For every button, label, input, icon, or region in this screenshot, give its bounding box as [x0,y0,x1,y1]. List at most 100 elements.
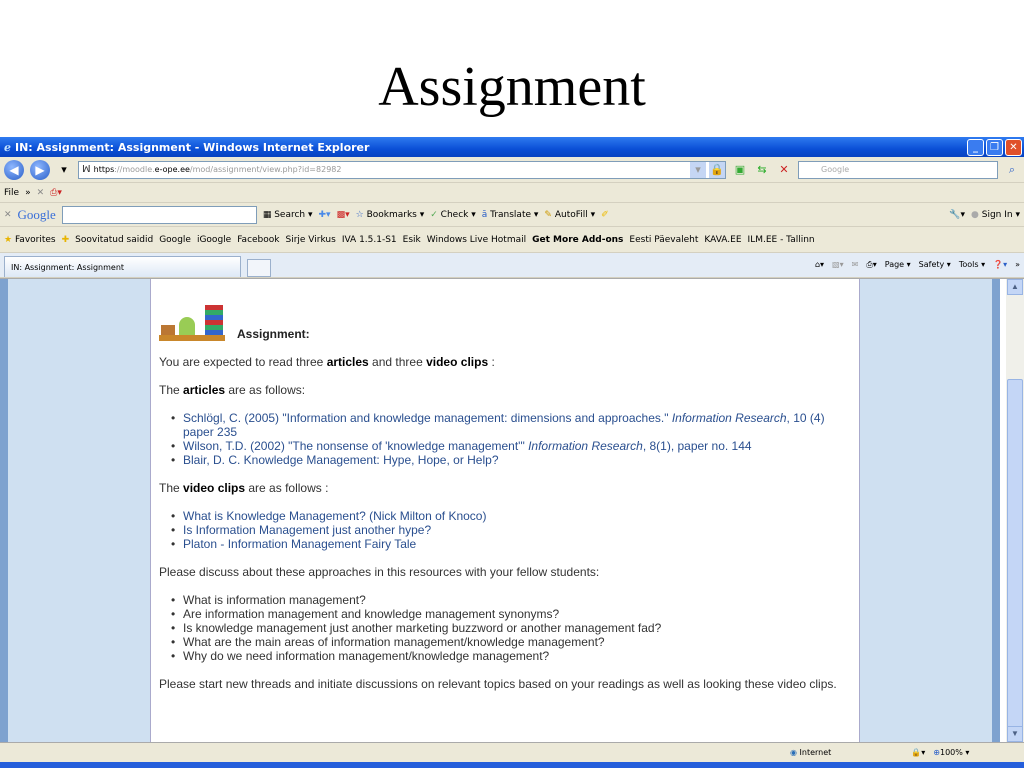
history-dropdown-icon[interactable]: ▾ [56,162,72,178]
fav-item[interactable]: Sirje Virkus [286,235,336,245]
browser-window: ℯ IN: Assignment: Assignment - Windows I… [0,137,1024,768]
page-menu[interactable]: Page ▾ [885,260,911,270]
stop-icon[interactable]: ✕ [776,162,792,178]
feeds-icon[interactable]: ▧▾ [832,260,844,270]
article-link[interactable]: Blair, D. C. Knowledge Management: Hype,… [183,453,499,467]
tab-assignment[interactable]: IN: Assignment: Assignment [4,256,241,277]
sign-in-button[interactable]: ● Sign In ▾ [971,210,1020,220]
safety-menu[interactable]: Safety ▾ [919,260,951,270]
add-favorite-icon[interactable]: ✚ [62,235,70,245]
favorites-button[interactable]: ★ Favorites [4,235,56,245]
compatibility-icon[interactable]: ▣ [732,162,748,178]
popup-blocker-icon[interactable]: ▩▾ [337,210,350,220]
fav-item[interactable]: KAVA.EE [704,235,741,245]
scroll-down-button[interactable]: ▼ [1007,726,1023,742]
fav-item[interactable]: Get More Add-ons [532,235,623,245]
fav-item[interactable]: Windows Live Hotmail [427,235,526,245]
video-link[interactable]: Is Information Management just another h… [183,523,431,537]
fav-item[interactable]: Facebook [237,235,279,245]
refresh-icon[interactable]: ⇆ [754,162,770,178]
fav-item[interactable]: Eesti Päevaleht [629,235,698,245]
ie-icon: ℯ [4,140,11,154]
restore-button[interactable]: ❐ [986,138,1003,156]
google-search-button[interactable]: ▦ Search ▾ [263,210,313,220]
tab-row: IN: Assignment: Assignment ⌂▾ ▧▾ ✉ ⎙▾ Pa… [0,253,1024,278]
pdf-icon[interactable]: ⎙▾ [50,188,62,198]
left-sidebar [8,279,150,742]
safety-label: Safety [918,260,945,269]
google-toolbar: ✕ Google ▦ Search ▾ ✚▾ ▩▾ ☆ Bookmarks ▾ … [0,203,1024,227]
url-input[interactable]: ꟽ https://moodle. e-ope.ee/mod/assignment… [78,160,726,179]
video-link[interactable]: What is Knowledge Management? (Nick Milt… [183,509,486,523]
title-bar: ℯ IN: Assignment: Assignment - Windows I… [0,137,1024,157]
check-button[interactable]: ✓ Check ▾ [430,210,476,220]
tools-menu[interactable]: Tools ▾ [959,260,985,270]
home-icon[interactable]: ⌂▾ [815,260,824,270]
right-border [992,279,1000,742]
google-search-label: Search [274,209,306,220]
minimize-button[interactable]: _ [967,138,984,156]
help-icon[interactable]: ❓▾ [993,260,1007,270]
list-item: Blair, D. C. Knowledge Management: Hype,… [171,453,851,467]
back-button[interactable]: ◀ [4,159,24,180]
print-icon[interactable]: ⎙▾ [866,260,876,270]
fav-item[interactable]: IVA 1.5.1-S1 [342,235,397,245]
status-bar: ◉ Internet 🔒▾ ⊕100% ▾ [0,742,1024,762]
scroll-up-button[interactable]: ▲ [1007,279,1023,295]
new-tab-button[interactable] [247,259,271,277]
videos-list: What is Knowledge Management? (Nick Milt… [171,509,851,551]
menu-file[interactable]: File [4,188,19,198]
fav-item[interactable]: iGoogle [197,235,231,245]
list-item: What are the main areas of information m… [171,635,851,649]
lock-icon[interactable]: 🔒 [709,161,725,178]
autofill-button[interactable]: ✎ AutoFill ▾ [544,210,595,220]
intro-text: You are expected to read three articles … [159,355,495,369]
menu-row: File » ✕ ⎙▾ [0,183,1024,203]
fav-item[interactable]: Esik [403,235,421,245]
page-viewport: Assignment: You are expected to read thr… [0,278,1024,742]
list-item: Is knowledge management just another mar… [171,621,851,635]
search-icon[interactable]: ⌕ [1004,162,1020,178]
plus-icon[interactable]: ✚▾ [319,210,331,220]
articles-intro: The articles are as follows: [159,383,306,397]
moodle-icon: ꟽ [82,164,91,175]
zoom-label: 100% [939,748,963,757]
bookmarks-button[interactable]: ☆ Bookmarks ▾ [356,210,425,220]
google-search-input[interactable] [61,205,257,224]
articles-list: Schlögl, C. (2005) "Information and know… [171,411,851,467]
protected-mode-icon[interactable]: 🔒▾ [911,748,925,757]
internet-zone: ◉ Internet [790,748,832,757]
article-link[interactable]: Wilson, T.D. (2002) "The nonsense of 'kn… [183,439,752,453]
translate-button[interactable]: ā Translate ▾ [482,210,539,220]
fav-item[interactable]: Soovitatud saidid [75,235,153,245]
url-scheme: https [93,165,115,174]
search-input[interactable]: Google [798,160,998,179]
close-button[interactable]: ✕ [1005,138,1022,156]
fav-item[interactable]: ILM.EE - Tallinn [748,235,815,245]
mail-icon[interactable]: ✉ [852,260,859,270]
fav-item[interactable]: Google [159,235,191,245]
window-title: IN: Assignment: Assignment - Windows Int… [15,140,370,154]
sign-in-label: Sign In [981,209,1013,220]
scroll-thumb[interactable] [1007,379,1023,739]
close-google-icon[interactable]: ✕ [4,210,12,220]
url-dropdown-icon[interactable]: ▾ [690,161,706,178]
forward-button[interactable]: ▶ [30,159,50,180]
article-link[interactable]: Schlögl, C. (2005) "Information and know… [183,411,825,439]
more-chevron[interactable]: » [1015,260,1020,270]
highlighter-icon[interactable]: ✐ [601,210,609,220]
closing-text: Please start new threads and initiate di… [159,677,837,691]
zone-label: Internet [799,748,832,757]
address-bar-row: ◀ ▶ ▾ ꟽ https://moodle. e-ope.ee/mod/assi… [0,157,1024,183]
tools-label: Tools [958,260,979,269]
vertical-scrollbar[interactable]: ▲ ▼ [1006,279,1024,742]
close-toolbar-icon[interactable]: ✕ [37,188,45,198]
tab-label: IN: Assignment: Assignment [11,262,125,272]
wrench-icon[interactable]: 🔧▾ [949,210,965,220]
url-domain: e-ope.ee [154,165,190,174]
menu-chevron[interactable]: » [25,188,31,198]
bookmarks-label: Bookmarks [366,209,417,220]
assignment-content: Assignment: You are expected to read thr… [150,279,860,742]
video-link[interactable]: Platon - Information Management Fairy Ta… [183,537,416,551]
zoom-control[interactable]: ⊕100% ▾ [933,748,969,757]
